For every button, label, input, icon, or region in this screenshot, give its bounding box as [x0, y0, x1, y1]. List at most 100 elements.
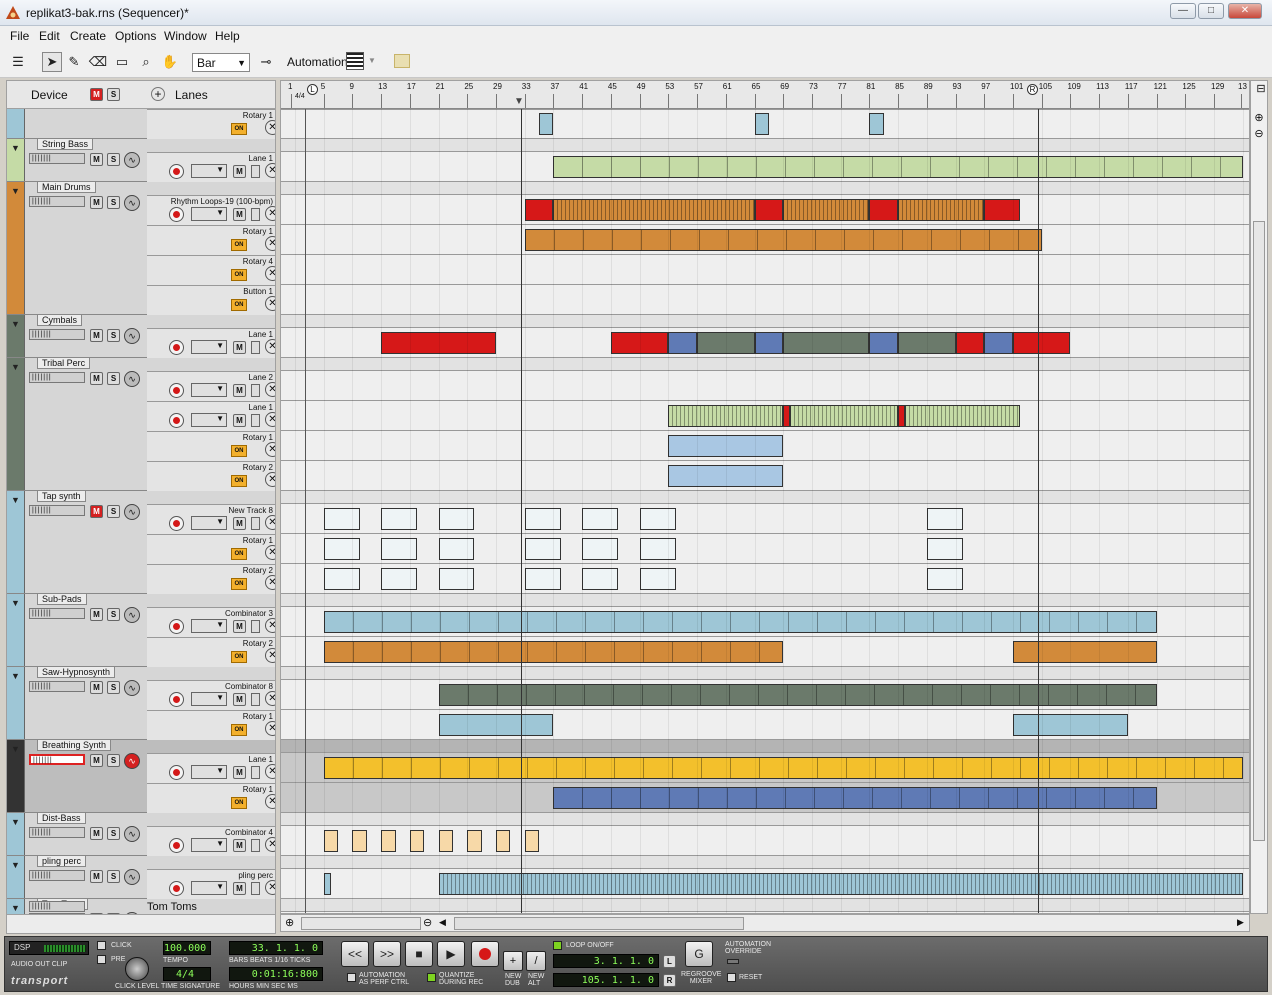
delete-lane-icon[interactable]: ✕ — [265, 764, 275, 779]
lane-mute-button[interactable]: M — [233, 882, 246, 895]
lane-select[interactable]: ▼ — [191, 340, 227, 354]
pencil-tool-icon[interactable]: ✎ — [64, 52, 84, 72]
note-lane-header[interactable]: Rhythm Loops-19 (100-bpm) ▼ M ✕ — [147, 195, 275, 225]
automation-on-button[interactable]: ON — [231, 578, 247, 590]
clip[interactable] — [323, 830, 339, 852]
lane-name[interactable]: Rotary 1 — [243, 111, 273, 120]
arrow-tool-icon[interactable]: ➤ — [42, 52, 62, 72]
right-locator-button[interactable]: R — [663, 974, 676, 987]
lane-mute-button[interactable]: M — [233, 341, 246, 354]
clip[interactable] — [898, 199, 985, 221]
lane-record-icon[interactable] — [169, 692, 184, 707]
clip[interactable] — [409, 830, 425, 852]
sequencer-lane[interactable] — [281, 371, 1249, 401]
automation-on-button[interactable]: ON — [231, 797, 247, 809]
clip[interactable] — [926, 538, 963, 560]
track-device-icon[interactable]: ||||||| — [29, 681, 85, 692]
lane-name[interactable]: Rotary 1 — [243, 785, 273, 794]
track-name[interactable]: Saw-Hypnosynth — [37, 667, 116, 678]
sequencer-lane[interactable] — [281, 504, 1249, 534]
delete-lane-icon[interactable]: ✕ — [265, 412, 275, 427]
delete-lane-icon[interactable]: ✕ — [265, 721, 275, 736]
delete-lane-icon[interactable]: ✕ — [265, 648, 275, 663]
quantize-checkbox[interactable] — [427, 973, 436, 982]
automation-on-button[interactable]: ON — [231, 548, 247, 560]
hand-tool-icon[interactable]: ✋ — [160, 52, 180, 72]
horizontal-scroll-thumb[interactable] — [454, 917, 744, 930]
clip[interactable] — [524, 508, 561, 530]
clip[interactable] — [524, 538, 561, 560]
track-color-strip[interactable]: ▼ — [7, 182, 25, 314]
zoom-out-horizontal-icon[interactable]: ⊖ — [423, 916, 432, 929]
note-lane-header[interactable]: New Track 8 ▼ M ✕ — [147, 504, 275, 534]
clip[interactable] — [381, 538, 418, 560]
track-row[interactable]: ▼ String Bass ||||||| M S ∿ Lane 1 ▼ M ✕ — [7, 139, 275, 182]
automation-lane-header[interactable]: Rotary 1 ON ✕ — [147, 710, 275, 740]
record-enable-icon[interactable]: ∿ — [124, 328, 140, 344]
record-enable-icon[interactable]: ∿ — [124, 607, 140, 623]
automation-lane-header[interactable]: Rotary 1 ON ✕ — [147, 431, 275, 461]
position-marker-icon[interactable]: ▼ — [514, 96, 524, 107]
track-solo-button[interactable]: S — [107, 870, 120, 883]
track-color-strip[interactable] — [7, 109, 25, 138]
fold-triangle-icon[interactable]: ▼ — [11, 860, 20, 870]
lane-solo-button[interactable] — [251, 517, 260, 530]
automation-on-button[interactable]: ON — [231, 299, 247, 311]
track-name[interactable]: String Bass — [37, 139, 94, 150]
track-solo-button[interactable]: S — [107, 196, 120, 209]
track-name[interactable]: Tribal Perc — [37, 358, 91, 369]
track-name[interactable]: Cymbals — [37, 315, 83, 326]
scroll-left-icon[interactable]: ◀ — [439, 917, 446, 928]
clip[interactable] — [754, 199, 784, 221]
automation-icon[interactable] — [346, 52, 364, 70]
lane-name[interactable]: Rotary 4 — [243, 257, 273, 266]
time-signature-display[interactable]: 4/4 — [163, 967, 211, 981]
clip[interactable] — [438, 684, 1157, 706]
lane-name[interactable]: Combinator 3 — [225, 609, 273, 618]
lane-mute-button[interactable]: M — [233, 620, 246, 633]
sequencer-arrange-view[interactable]: 4/4 1 5 9 13 17 21 25 29 33 37 41 45 49 53 57 61 65 69 73 7… — [280, 80, 1250, 914]
note-lane-header[interactable]: Combinator 8 ▼ M ✕ — [147, 680, 275, 710]
delete-lane-icon[interactable]: ✕ — [265, 382, 275, 397]
record-enable-icon[interactable]: ∿ — [124, 195, 140, 211]
zoom-in-icon[interactable]: ⊕ — [1252, 111, 1266, 125]
delete-lane-icon[interactable]: ✕ — [265, 794, 275, 809]
track-device-icon[interactable]: ||||||| — [29, 329, 85, 340]
lane-record-icon[interactable] — [169, 619, 184, 634]
sequencer-lane[interactable] — [281, 826, 1249, 856]
timeline-ruler[interactable]: 4/4 1 5 9 13 17 21 25 29 33 37 41 45 49 53 57 61 65 69 73 7… — [281, 81, 1249, 109]
delete-lane-icon[interactable]: ✕ — [265, 691, 275, 706]
delete-lane-icon[interactable]: ✕ — [265, 442, 275, 457]
clip[interactable] — [323, 568, 360, 590]
menu-create[interactable]: Create — [70, 29, 106, 43]
left-locator-button[interactable]: L — [663, 955, 676, 968]
delete-lane-icon[interactable]: ✕ — [265, 472, 275, 487]
tempo-display[interactable]: 100.000 — [163, 941, 211, 955]
clip[interactable] — [381, 568, 418, 590]
track-mute-button[interactable]: M — [90, 870, 103, 883]
track-mute-button[interactable]: M — [90, 329, 103, 342]
clip[interactable] — [955, 332, 985, 354]
track-row[interactable]: ▼Tap synth|||||||MS∿New Track 8▼M✕▼Rotar… — [7, 491, 275, 594]
track-solo-button[interactable]: S — [107, 608, 120, 621]
automation-lane-header[interactable]: Rotary 1 ON ✕ — [147, 225, 275, 255]
track-solo-button[interactable]: S — [107, 754, 120, 767]
menu-help[interactable]: Help — [215, 29, 240, 43]
track-solo-button[interactable]: S — [107, 329, 120, 342]
rewind-button[interactable]: << — [341, 941, 369, 967]
clip[interactable] — [783, 199, 870, 221]
lane-record-icon[interactable] — [169, 340, 184, 355]
lane-select[interactable]: ▼ — [191, 516, 227, 530]
automation-lane-header[interactable]: Rotary 1 ON ✕ — [147, 783, 275, 813]
lane-record-icon[interactable] — [169, 207, 184, 222]
note-lane-header[interactable]: Lane 1 ▼ M ✕ — [147, 328, 275, 358]
note-lane-header[interactable]: Lane 1 ▼ M ✕ — [147, 401, 275, 431]
record-enable-icon[interactable]: ∿ — [124, 504, 140, 520]
automation-on-button[interactable]: ON — [231, 445, 247, 457]
clip[interactable] — [352, 830, 367, 852]
track-solo-button[interactable]: S — [107, 372, 120, 385]
record-enable-icon[interactable]: ∿ — [124, 753, 140, 769]
regroove-mixer-button[interactable]: G — [685, 941, 713, 967]
clip[interactable] — [524, 568, 561, 590]
delete-lane-icon[interactable]: ✕ — [265, 575, 275, 590]
